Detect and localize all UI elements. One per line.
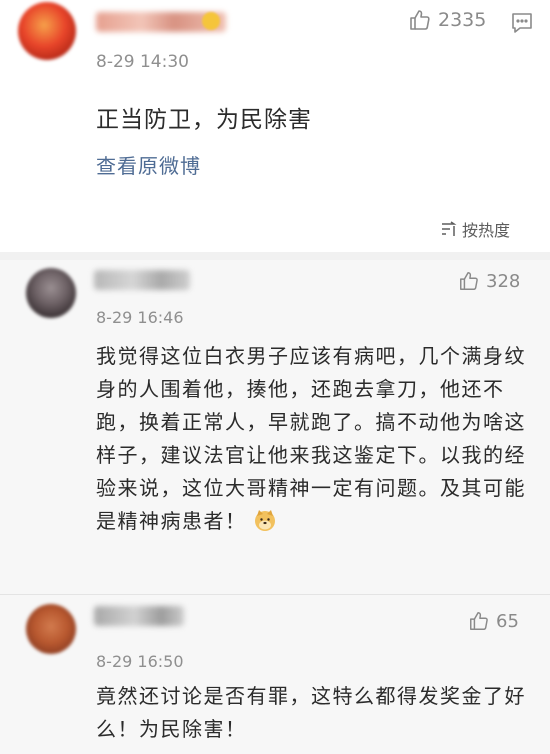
sort-label: 按热度 [462,221,511,240]
comment-icon[interactable] [510,12,534,34]
post-text: 正当防卫，为民除害 [96,107,312,133]
thumbs-up-icon [470,612,488,630]
sort-by-hot-button[interactable]: 按热度 [440,217,510,241]
doge-emoji-icon [254,510,275,531]
like-count: 328 [486,270,521,292]
view-original-link[interactable]: 查看原微博 [96,150,201,179]
post-timestamp: 8-29 14:30 [96,52,189,72]
comment-item: 65 8-29 16:50 竟然还讨论是否有罪，这特么都得发奖金了好么！为民除害… [0,594,550,754]
avatar[interactable] [26,604,76,654]
comment-text: 我觉得这位白衣男子应该有病吧，几个满身纹身的人围着他，揍他，还跑去拿刀，他还不跑… [96,340,526,538]
like-button[interactable]: 328 [458,270,520,292]
comment-text: 竟然还讨论是否有罪，这特么都得发奖金了好么！为民除害！ [96,684,526,741]
comment-timestamp: 8-29 16:46 [96,308,184,327]
username-blurred[interactable] [94,270,190,290]
section-separator [0,252,550,260]
like-button[interactable]: 65 [468,610,519,632]
comment-list: 328 8-29 16:46 我觉得这位白衣男子应该有病吧，几个满身纹身的人围着… [0,260,550,754]
username-blurred[interactable] [94,606,184,626]
comment-body: 我觉得这位白衣男子应该有病吧，几个满身纹身的人围着他，揍他，还跑去拿刀，他还不跑… [96,344,526,533]
like-count: 65 [496,610,519,632]
main-post: 2335 8-29 14:30 正当防卫，为民除害 查看原微博 按热度 [0,0,550,252]
sort-icon [442,221,457,236]
user-badge-icon [202,12,220,30]
thumbs-up-icon [460,272,478,290]
like-count: 2335 [438,9,487,31]
avatar[interactable] [18,2,76,60]
comment-item: 328 8-29 16:46 我觉得这位白衣男子应该有病吧，几个满身纹身的人围着… [0,260,550,594]
like-button[interactable]: 2335 [408,8,486,32]
thumbs-up-icon [410,10,430,30]
avatar[interactable] [26,268,76,318]
comment-timestamp: 8-29 16:50 [96,652,184,671]
weibo-comment-page: 2335 8-29 14:30 正当防卫，为民除害 查看原微博 按热度 328 … [0,0,550,754]
